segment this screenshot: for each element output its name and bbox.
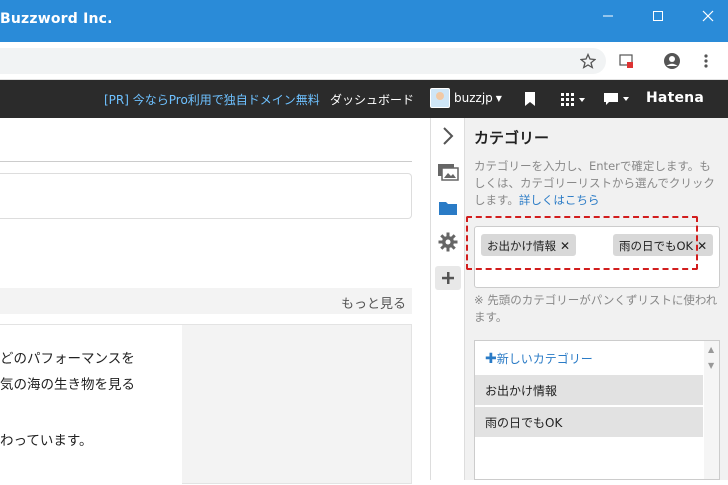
category-tag: 雨の日でもOK ✕ [613,234,714,256]
article-line: どのパフォーマンスを [0,351,135,367]
cast-icon[interactable] [616,51,636,71]
editor-area: もっと見る どのパフォーマンスを 気の海の生き物を見る わっています。 [0,118,430,485]
browser-toolbar [0,42,728,80]
tag-label: 雨の日でもOK [619,239,694,253]
promo-link[interactable]: [PR] 今ならPro利用で独自ドメイン無料 [104,91,320,108]
category-tag: お出かけ情報 ✕ [481,234,577,256]
menu-icon[interactable] [696,51,716,71]
dashboard-link[interactable]: ダッシュボード [330,91,414,108]
category-panel: カテゴリー カテゴリーを入力し、Enterで確定します。もしくは、カテゴリーリス… [464,118,728,480]
window-titlebar: Buzzword Inc. [0,0,728,42]
scrollbar[interactable]: ▲ ▼ [704,341,719,479]
avatar [430,88,450,108]
account-icon[interactable] [662,51,682,71]
article-line: わっています。 [0,433,93,449]
user-menu[interactable]: buzzjp ▼ [430,88,502,108]
list-item[interactable]: 雨の日でもOK [475,407,703,437]
title-input[interactable] [0,173,412,219]
panel-title: カテゴリー [474,129,550,147]
sidebar-tools [430,118,464,480]
maximize-icon[interactable] [646,6,670,26]
new-category-link[interactable]: ✚新しいカテゴリー [485,350,593,367]
more-link[interactable]: もっと見る [341,293,406,312]
divider [0,161,412,162]
category-input[interactable]: お出かけ情報 ✕ 雨の日でもOK ✕ [474,226,720,288]
chevron-right-icon[interactable] [435,124,461,148]
apps-icon[interactable] [558,90,588,108]
gear-icon[interactable] [435,230,461,254]
window-title: Buzzword Inc. [0,11,113,27]
plus-icon[interactable] [435,266,461,290]
scroll-up-icon[interactable]: ▲ [708,345,714,354]
image-icon[interactable] [435,160,461,184]
remove-tag-icon[interactable]: ✕ [560,239,570,253]
hatena-logo[interactable]: Hatena [646,90,704,106]
category-list: ✚新しいカテゴリー お出かけ情報 雨の日でもOK ▲ ▼ [474,340,720,480]
username: buzzjp [454,91,493,105]
comment-icon[interactable] [602,90,632,108]
tag-label: お出かけ情報 [487,239,556,253]
hatena-global-bar: [PR] 今ならPro利用で独自ドメイン無料 ダッシュボード buzzjp ▼ … [0,80,728,118]
star-icon[interactable] [578,51,598,71]
article-preview: どのパフォーマンスを 気の海の生き物を見る わっています。 [0,324,412,485]
close-icon[interactable] [696,6,720,26]
address-field[interactable] [0,48,606,74]
scroll-down-icon[interactable]: ▼ [708,361,714,370]
breadcrumb-note: ※ 先頭のカテゴリーがパンくずリストに使われます。 [474,293,718,324]
folder-icon[interactable] [435,196,461,220]
article-line: 気の海の生き物を見る [0,377,135,393]
details-link[interactable]: 詳しくはこちら [519,193,600,207]
bookmark-icon[interactable] [520,90,540,108]
panel-description: カテゴリーを入力し、Enterで確定します。もしくは、カテゴリーリストから選んで… [474,158,720,209]
remove-tag-icon[interactable]: ✕ [697,239,707,253]
caret-down-icon: ▼ [495,93,502,103]
new-category-label: 新しいカテゴリー [496,352,593,366]
list-item[interactable]: お出かけ情報 [475,375,703,405]
article-body: どのパフォーマンスを 気の海の生き物を見る わっています。 [0,325,182,485]
more-bar: もっと見る [0,288,412,314]
minimize-icon[interactable] [596,6,620,26]
